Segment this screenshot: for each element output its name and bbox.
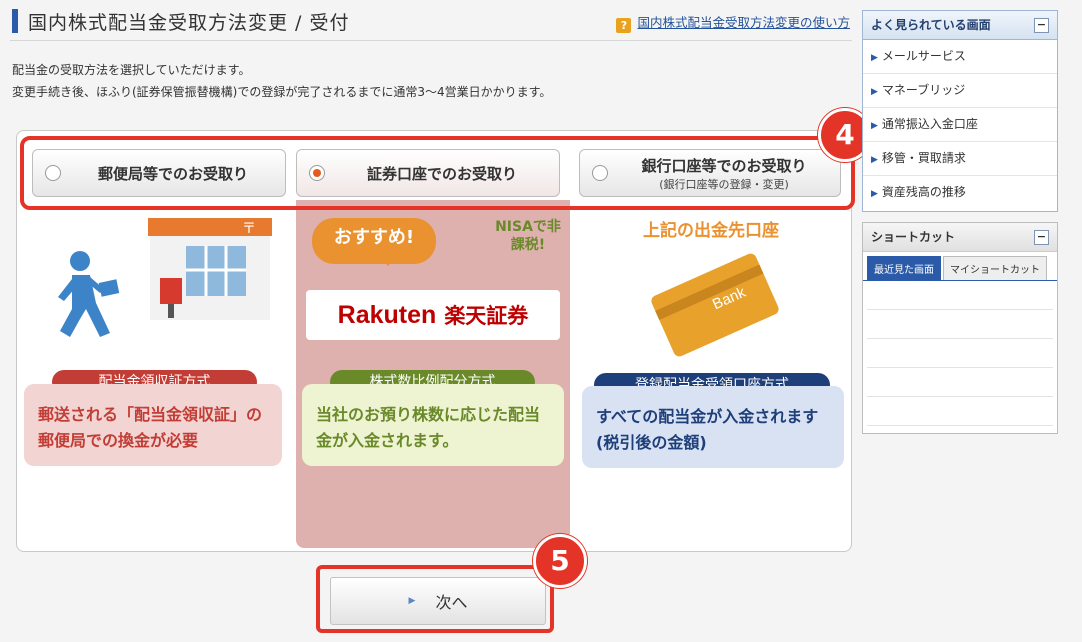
- popular-screens-title: よく見られている画面: [871, 18, 991, 32]
- arrow-icon: ▶: [871, 189, 878, 199]
- popular-screens-header: よく見られている画面 −: [863, 11, 1057, 40]
- description-line-1: 配当金の受取方法を選択していただけます。: [12, 63, 251, 77]
- arrow-icon: ▶: [871, 53, 878, 63]
- withdrawal-account-label: 上記の出金先口座: [643, 221, 779, 241]
- help-link[interactable]: ? 国内株式配当金受取方法変更の使い方: [616, 12, 850, 33]
- step5-badge: 5: [533, 534, 587, 588]
- shortcut-header: ショートカット −: [863, 223, 1057, 252]
- sidebar-item-label: 移管・買取請求: [881, 151, 966, 165]
- sidebar-item-transfer-request[interactable]: ▶ 移管・買取請求: [863, 142, 1057, 176]
- bank-card-icon: Bank: [648, 250, 782, 364]
- rakuten-logo-latin: Rakuten: [337, 300, 437, 329]
- shortcut-title: ショートカット: [871, 230, 956, 244]
- shortcut-panel: ショートカット − 最近見た画面 マイショートカット: [862, 222, 1058, 434]
- rakuten-logo: Rakuten 楽天証券: [306, 290, 560, 340]
- walking-person-icon: [40, 245, 140, 349]
- sidebar-item-money-bridge[interactable]: ▶ マネーブリッジ: [863, 74, 1057, 108]
- shortcut-row: [867, 310, 1053, 339]
- shortcut-row: [867, 339, 1053, 368]
- sidebar-item-asset-history[interactable]: ▶ 資産残高の推移: [863, 176, 1057, 209]
- description-line-2: 変更手続き後、ほふり(証券保管振替機構)での登録が完了されるまでに通常3〜4営業…: [12, 85, 552, 99]
- rakuten-logo-jp: 楽天証券: [444, 304, 529, 328]
- sidebar-item-label: マネーブリッジ: [881, 83, 966, 97]
- recommend-bubble: おすすめ!: [312, 218, 436, 264]
- sidebar-item-label: メールサービス: [881, 49, 966, 63]
- step5-highlight-frame: [316, 565, 554, 633]
- sidebar-item-deposit-account[interactable]: ▶ 通常振込入金口座: [863, 108, 1057, 142]
- arrow-icon: ▶: [871, 121, 878, 131]
- tab-my-shortcuts[interactable]: マイショートカット: [943, 256, 1047, 280]
- shortcut-row: [867, 397, 1053, 426]
- page-title: 国内株式配当金受取方法変更 / 受付: [28, 12, 350, 34]
- shortcut-tabs: 最近見た画面 マイショートカット: [863, 252, 1057, 281]
- title-accent-bar: [12, 9, 18, 33]
- collapse-icon[interactable]: −: [1034, 18, 1049, 33]
- nisa-note: NISAで非課税!: [495, 219, 561, 253]
- sidebar-item-label: 通常振込入金口座: [881, 117, 978, 131]
- help-icon: ?: [616, 18, 632, 33]
- bubble-tail: [380, 256, 396, 266]
- arrow-icon: ▶: [871, 155, 878, 165]
- method-desc-registered-account: すべての配当金が入金されます(税引後の金額): [582, 386, 844, 468]
- sidebar-item-mail-service[interactable]: ▶ メールサービス: [863, 40, 1057, 74]
- title-divider: [10, 40, 852, 41]
- collapse-icon[interactable]: −: [1034, 230, 1049, 245]
- step4-highlight-frame: [20, 136, 855, 210]
- shortcut-row: [867, 281, 1053, 310]
- method-desc-receipt: 郵送される「配当金領収証」の郵便局での換金が必要: [24, 384, 282, 466]
- method-desc-proportional: 当社のお預り株数に応じた配当金が入金されます。: [302, 384, 564, 466]
- shortcut-row: [867, 368, 1053, 397]
- svg-text:〒: 〒: [242, 221, 256, 237]
- help-link-label: 国内株式配当金受取方法変更の使い方: [637, 15, 850, 30]
- tab-recent-screens[interactable]: 最近見た画面: [867, 256, 941, 280]
- popular-screens-panel: よく見られている画面 − ▶ メールサービス ▶ マネーブリッジ ▶ 通常振込入金口座…: [862, 10, 1058, 212]
- sidebar-item-label: 資産残高の推移: [881, 185, 966, 199]
- post-office-icon: 〒: [148, 212, 272, 324]
- arrow-icon: ▶: [871, 87, 878, 97]
